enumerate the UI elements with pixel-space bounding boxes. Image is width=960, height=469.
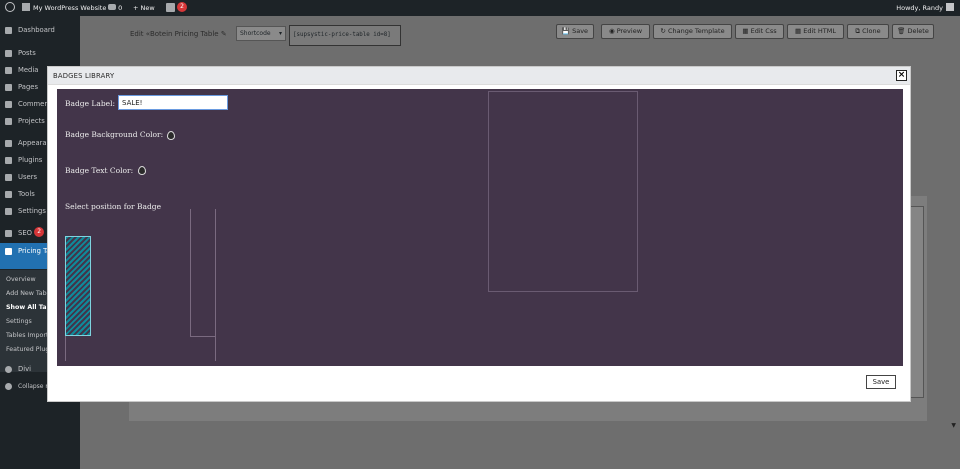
divi-icon	[5, 366, 12, 373]
site-name-link[interactable]: My WordPress Website	[22, 0, 106, 16]
home-icon	[22, 3, 30, 11]
edit-title: Edit «Botein Pricing Table ✎	[130, 30, 227, 38]
pin-icon	[5, 118, 12, 125]
save-button[interactable]: Save	[866, 375, 896, 389]
settings-icon	[5, 208, 12, 215]
admin-bar: My WordPress Website 0 + New 2 Howdy, Ra…	[0, 0, 960, 16]
badge-preview-frame	[488, 91, 638, 292]
badge-background-color-text: Badge Background Color:	[65, 130, 164, 139]
new-label: New	[140, 4, 155, 12]
refresh-icon: ↻	[660, 27, 666, 35]
new-content-link[interactable]: + New	[133, 0, 155, 16]
toolbar-save-button[interactable]: 💾 Save	[556, 24, 594, 39]
dashboard-icon	[5, 27, 12, 34]
yoast-seo-link[interactable]: 2	[166, 0, 188, 16]
change-template-button[interactable]: ↻ Change Template	[653, 24, 732, 39]
menu-item-posts[interactable]: Posts	[0, 45, 80, 62]
background-color-swatch[interactable]	[167, 131, 175, 140]
shortcode-field[interactable]: [supsystic-price-table id=8]	[289, 25, 401, 46]
eye-icon: ◉	[608, 27, 615, 35]
badge-position-option-selected[interactable]	[65, 236, 91, 336]
comments-icon	[5, 101, 12, 108]
collapse-icon	[5, 383, 12, 390]
text-color-swatch[interactable]	[138, 166, 146, 175]
yoast-count-badge: 2	[177, 2, 188, 12]
wrench-icon	[5, 191, 12, 198]
badge-position-text: Select position for Badge	[65, 202, 162, 211]
seo-count-badge: 2	[34, 227, 45, 237]
code-icon: ▦	[742, 27, 749, 35]
clone-icon: ⧉	[855, 27, 861, 35]
dialog-titlebar: BADGES LIBRARY ×	[48, 67, 910, 85]
edit-css-button[interactable]: ▦ Edit Css	[735, 24, 784, 39]
badge-label-input[interactable]	[118, 95, 228, 110]
delete-button[interactable]: 🗑 Delete	[892, 24, 934, 39]
position-guide-line	[215, 209, 216, 361]
badges-library-dialog: BADGES LIBRARY × Badge Label: Badge Back…	[47, 66, 911, 402]
yoast-icon	[5, 230, 12, 237]
chevron-down-icon: ▾	[278, 30, 282, 37]
position-guide-line	[190, 209, 191, 336]
position-guide-line	[190, 336, 215, 337]
comment-bubble-icon	[108, 4, 116, 10]
save-icon: 💾	[561, 27, 571, 35]
brush-icon	[5, 140, 12, 147]
avatar	[946, 3, 954, 11]
comments-count: 0	[118, 4, 123, 12]
shortcode-select[interactable]: Shortcode ▾	[236, 26, 286, 41]
media-icon	[5, 67, 12, 74]
badge-label-text: Badge Label:	[65, 99, 116, 108]
plus-icon: +	[133, 4, 139, 12]
plugin-icon	[5, 157, 12, 164]
pages-icon	[5, 84, 12, 91]
position-guide-line	[65, 336, 66, 361]
code-icon: ▦	[795, 27, 802, 35]
trash-icon: 🗑	[897, 27, 906, 35]
pin-icon	[5, 50, 12, 57]
clone-button[interactable]: ⧉ Clone	[847, 24, 889, 39]
menu-item-dashboard[interactable]: Dashboard	[0, 22, 80, 39]
users-icon	[5, 174, 12, 181]
edit-html-button[interactable]: ▦ Edit HTML	[787, 24, 844, 39]
badge-text-color-text: Badge Text Color:	[65, 166, 134, 175]
user-account-link[interactable]: Howdy, Randy	[896, 0, 954, 16]
pencil-icon[interactable]: ✎	[221, 30, 227, 38]
dialog-title: BADGES LIBRARY	[53, 72, 115, 80]
wordpress-logo-icon[interactable]	[5, 0, 15, 16]
badge-settings-panel: Badge Label: Badge Background Color: Bad…	[57, 89, 903, 366]
greeting-text: Howdy, Randy	[896, 4, 943, 12]
preview-button[interactable]: ◉ Preview	[601, 24, 650, 39]
pricing-table-icon	[5, 248, 12, 255]
comments-link[interactable]: 0	[108, 0, 122, 16]
close-icon[interactable]: ×	[896, 70, 907, 81]
scroll-down-icon[interactable]: ▼	[951, 422, 956, 429]
yoast-icon	[166, 2, 175, 12]
